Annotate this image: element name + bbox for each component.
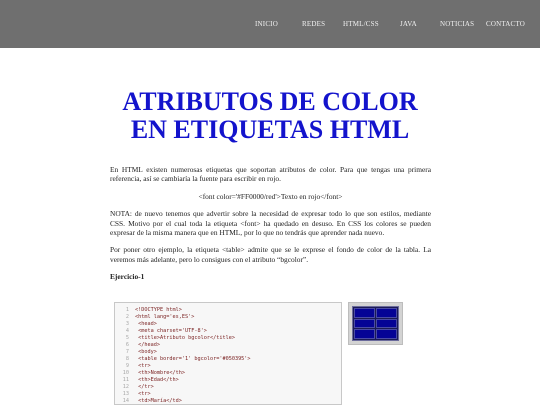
code-line: 2 <html lang='es,ES'> — [125, 314, 195, 320]
code-line: 10 <th>Nombre</th> — [122, 370, 185, 376]
nav-item-noticias[interactable]: NOTICIAS — [440, 20, 474, 28]
nav-item-contacto[interactable]: CONTACTO — [486, 20, 525, 28]
exercise-heading: Ejercicio-1 — [110, 272, 145, 282]
preview-cell — [376, 308, 397, 318]
code-line: 3 <head> — [125, 321, 157, 327]
code-line: 8 <table border='1' bgcolor='#050395'> — [125, 356, 251, 362]
page-title-line-1: ATRIBUTOS DE COLOR — [122, 87, 418, 116]
preview-cell — [376, 318, 397, 329]
table-example-paragraph: Por poner otro ejemplo, la etiqueta <tab… — [110, 245, 431, 264]
nav-item-java[interactable]: JAVA — [400, 20, 417, 28]
note-paragraph: NOTA: de nuevo tenemos que advertir sobr… — [110, 209, 431, 238]
code-line: 12 </tr> — [122, 384, 154, 390]
page-title-line-2: EN ETIQUETAS HTML — [130, 115, 410, 144]
code-line: 7 <body> — [125, 349, 157, 355]
code-line: 5 <title>Atributo bgcolor</title> — [125, 335, 235, 341]
page-title: ATRIBUTOS DE COLOR EN ETIQUETAS HTML — [100, 88, 440, 144]
main-nav: INICIO REDES HTML/CSS JAVA NOTICIAS CONT… — [0, 20, 540, 32]
intro-paragraph: En HTML existen numerosas etiquetas que … — [110, 165, 431, 184]
preview-cell — [354, 308, 375, 318]
code-line: 4 <meta charset='UTF-8'> — [125, 328, 207, 334]
font-code-example: <font color='#FF0000/red'>Texto en rojo<… — [198, 191, 343, 201]
code-line: 1 <!DOCTYPE html> — [125, 307, 182, 313]
code-screenshot: 1 <!DOCTYPE html> 2 <html lang='es,ES'> 3 … — [114, 302, 342, 405]
code-line: 6 </head> — [125, 342, 160, 348]
code-line: 13 <tr> — [122, 391, 151, 397]
nav-item-redes[interactable]: REDES — [302, 20, 325, 28]
code-line: 11 <th>Edad</th> — [122, 377, 179, 383]
code-line: 9 <tr> — [125, 363, 151, 369]
preview-cell — [354, 329, 375, 339]
nav-item-html-css[interactable]: HTML/CSS — [343, 20, 379, 28]
nav-item-inicio[interactable]: INICIO — [255, 20, 278, 28]
table-preview-image — [348, 302, 403, 345]
preview-cell — [376, 329, 397, 339]
top-navigation-bar: INICIO REDES HTML/CSS JAVA NOTICIAS CONT… — [0, 0, 540, 48]
preview-table — [352, 306, 399, 341]
article-body: En HTML existen numerosas etiquetas que … — [110, 165, 431, 288]
code-line: 14 <td>María</td> — [122, 398, 182, 404]
preview-cell — [354, 318, 375, 329]
